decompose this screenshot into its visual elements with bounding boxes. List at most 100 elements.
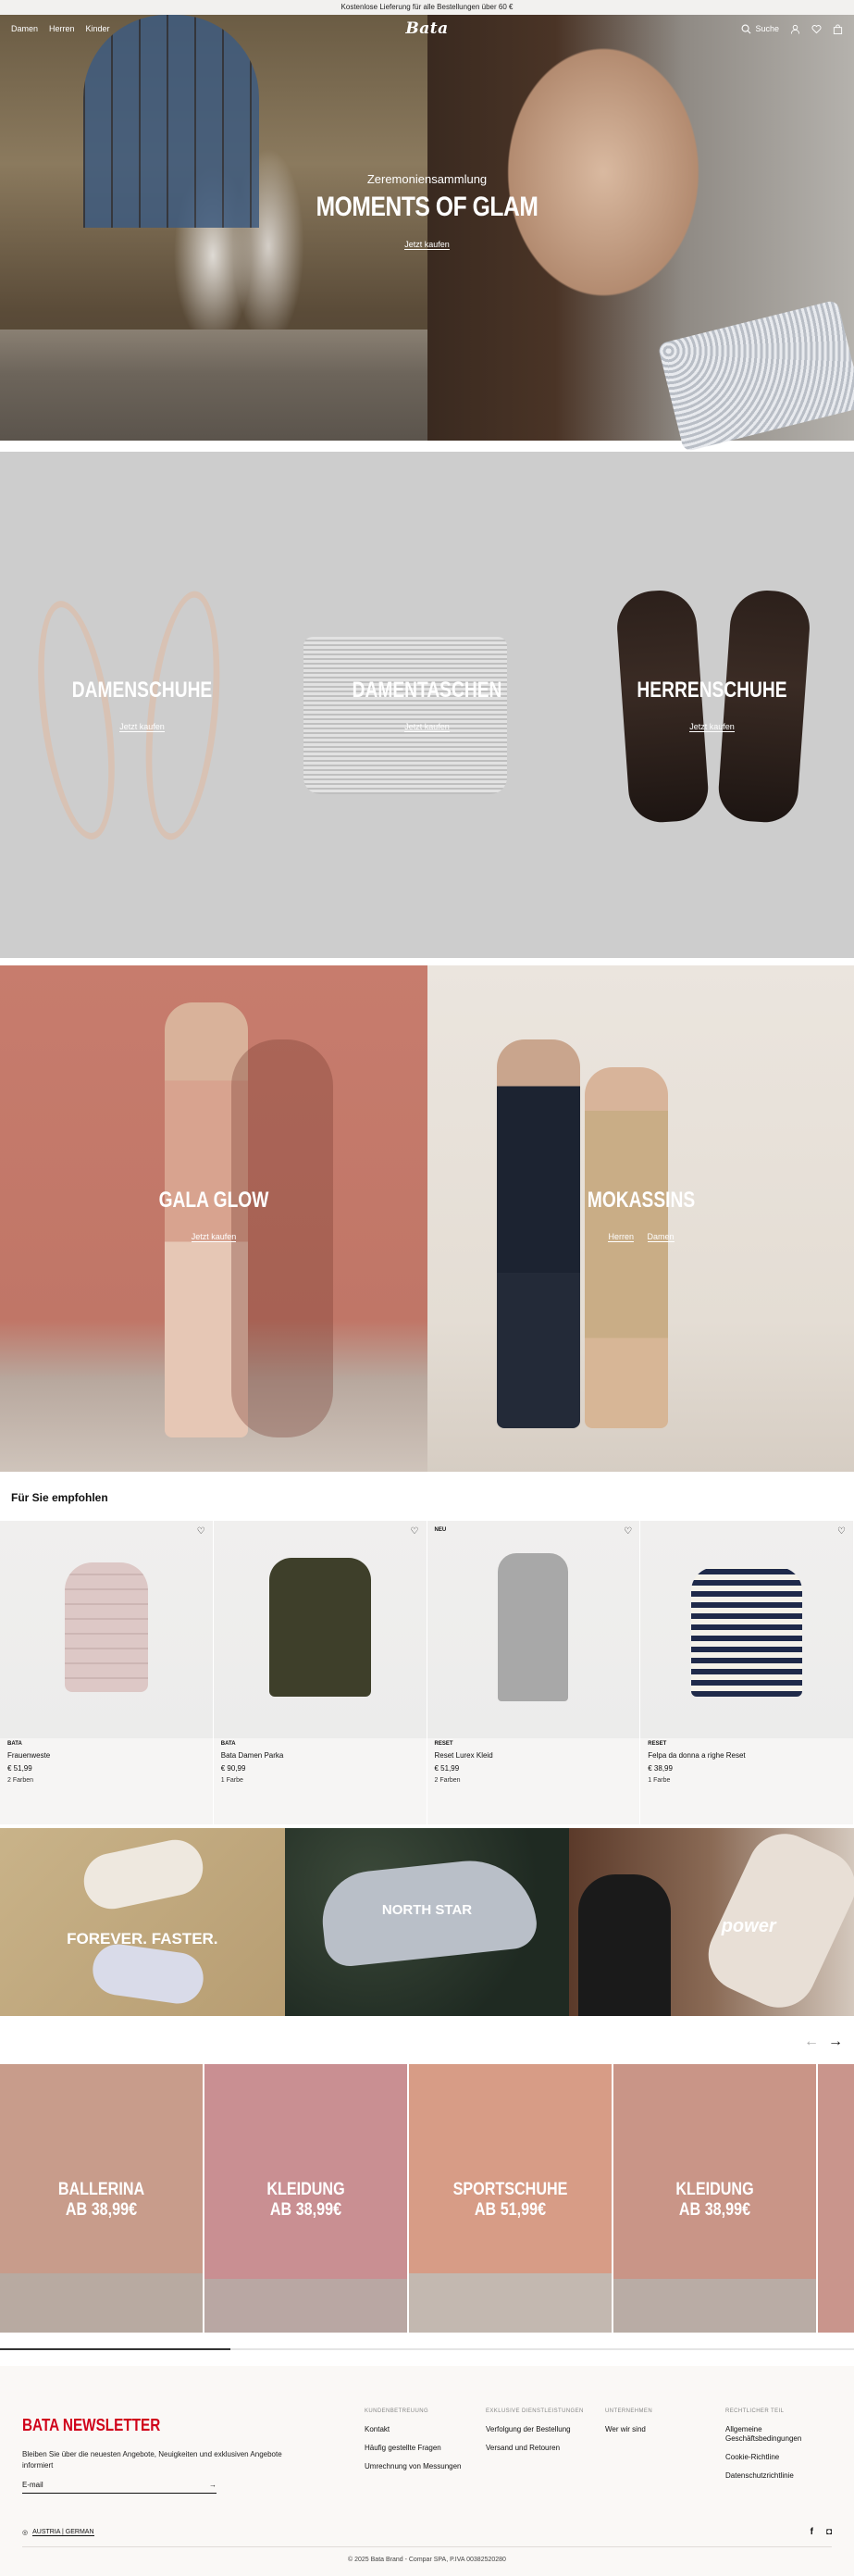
footer-link[interactable]: Umrechnung von Messungen [365, 2462, 462, 2471]
wishlist-heart-icon[interactable]: ♡ [197, 1526, 205, 1537]
top-navigation: Damen Herren Kinder Bata Suche [0, 15, 854, 43]
promo-text: KLEIDUNG AB 38,99€ [675, 2180, 754, 2220]
newsletter-email-field[interactable]: E-mail → [22, 2477, 217, 2494]
wishlist-heart-icon[interactable]: ♡ [411, 1526, 419, 1537]
nav-link-damen[interactable]: Damen [11, 24, 38, 33]
editorial-section: GALA GLOW Jetzt kaufen MOKASSINS Herren … [0, 965, 854, 1472]
sandal-right-decoration [135, 587, 230, 844]
product-price: € 51,99 [434, 1764, 460, 1773]
arrow-right-icon[interactable]: → [828, 2034, 843, 2050]
vest-decoration [64, 1562, 148, 1692]
promo-text: KLEIDUNG AB 38,99€ [266, 2180, 345, 2220]
handbag-decoration [303, 637, 507, 794]
brand-tile-puma[interactable]: FOREVER. FASTER. [0, 1828, 285, 2016]
category-label: DAMENTASCHEN [352, 678, 502, 703]
category-label: DAMENSCHUHE [71, 678, 213, 703]
striped-sweater-decoration [691, 1567, 803, 1697]
product-badge: NEU [434, 1527, 447, 1533]
product-brand: RESET [434, 1741, 453, 1747]
product-card[interactable]: ♡ BATA Bata Damen Parka € 90,99 1 Farbe [213, 1521, 427, 1824]
product-colors: 1 Farbe [220, 1777, 243, 1784]
locale-selector[interactable]: ◎ AUSTRIA | GERMAN [22, 2529, 94, 2536]
nav-link-herren[interactable]: Herren [49, 24, 75, 33]
user-icon[interactable] [790, 24, 800, 34]
category-damenschuhe[interactable]: DAMENSCHUHE Jetzt kaufen [0, 452, 284, 958]
footer-heading: EXKLUSIVE DIENSTLEISTUNGEN [486, 2408, 584, 2414]
product-image [427, 1521, 640, 1738]
brand-logo: FOREVER. FASTER. [67, 1930, 218, 1948]
promo-card[interactable]: SPORTSCHUHE AB 51,99€ [409, 2064, 612, 2333]
bata-logo[interactable]: Bata [405, 19, 448, 38]
footer-link[interactable]: Wer wir sind [605, 2425, 652, 2434]
footer-link[interactable]: Versand und Retouren [486, 2444, 584, 2453]
product-card[interactable]: ♡ BATA Frauenweste € 51,99 2 Farben [0, 1521, 214, 1824]
footer-link[interactable]: Kontakt [365, 2425, 462, 2434]
brand-tile-northstar[interactable]: NORTH STAR [284, 1828, 570, 2016]
model-decoration [578, 1874, 672, 2016]
hero-cta[interactable]: Jetzt kaufen [404, 240, 450, 250]
brand-tiles: FOREVER. FASTER. NORTH STAR power [0, 1828, 854, 2016]
promo-card[interactable]: KLEIDUNG AB 38,99€ [613, 2064, 816, 2333]
category-label: HERRENSCHUHE [637, 678, 787, 703]
brand-tile-power[interactable]: power [569, 1828, 854, 2016]
arrow-left-icon[interactable]: ← [804, 2034, 819, 2050]
footer-column-legal: RECHTLICHER TEIL Allgemeine Geschäftsbed… [725, 2408, 827, 2490]
editorial-ctas: Herren Damen [427, 1232, 854, 1242]
carousel-progress-fill [0, 2348, 231, 2350]
globe-icon: ◎ [22, 2530, 29, 2536]
footer-heading: RECHTLICHER TEIL [725, 2408, 785, 2414]
promo-text: SPORTSCHUHE AB 51,99€ [452, 2180, 568, 2220]
page: Kostenlose Lieferung für alle Bestellung… [0, 0, 854, 2576]
search-icon [742, 24, 751, 33]
footer-link[interactable]: Allgemeine Geschäftsbedingungen [725, 2425, 827, 2444]
editorial-cta-herren[interactable]: Herren [608, 1232, 634, 1242]
promo-card-partial[interactable] [818, 2064, 854, 2333]
header-actions: Suche [741, 23, 843, 34]
product-brand: BATA [220, 1741, 236, 1747]
footer-link[interactable]: Cookie-Richtline [725, 2453, 827, 2462]
product-name[interactable]: Frauenweste [7, 1751, 50, 1760]
footer-link[interactable]: Verfolgung der Bestellung [486, 2425, 584, 2434]
footer-link[interactable]: Häufig gestellte Fragen [365, 2444, 462, 2453]
product-brand: BATA [7, 1741, 22, 1747]
wishlist-heart-icon[interactable]: ♡ [624, 1526, 632, 1537]
editorial-cta[interactable]: Jetzt kaufen [191, 1232, 237, 1242]
editorial-ctas: Jetzt kaufen [0, 1232, 427, 1242]
product-name[interactable]: Felpa da donna a righe Reset [648, 1751, 745, 1760]
category-herrenschuhe[interactable]: HERRENSCHUHE Jetzt kaufen [570, 452, 854, 958]
loafer-left-decoration [614, 588, 711, 825]
heart-icon[interactable] [811, 24, 822, 34]
category-cta[interactable]: Jetzt kaufen [570, 722, 854, 732]
editorial-cta-damen[interactable]: Damen [647, 1232, 675, 1242]
copyright: © 2025 Bata Brand - Compar SPA, P.IVA 00… [348, 2557, 506, 2563]
product-image [213, 1521, 427, 1738]
product-name[interactable]: Reset Lurex Kleid [435, 1751, 493, 1760]
hero-subtitle: Zeremoniensammlung [366, 172, 488, 186]
promo-card[interactable]: BALLERINA AB 38,99€ [0, 2064, 203, 2333]
category-cta[interactable]: Jetzt kaufen [285, 722, 569, 732]
sneaker-decoration [79, 1835, 208, 1914]
product-card[interactable]: ♡ RESET Felpa da donna a righe Reset € 3… [640, 1521, 854, 1824]
category-cta[interactable]: Jetzt kaufen [0, 722, 284, 732]
category-damentaschen[interactable]: DAMENTASCHEN Jetzt kaufen [285, 452, 569, 958]
product-name[interactable]: Bata Damen Parka [221, 1751, 284, 1760]
facebook-icon[interactable]: f [811, 2527, 813, 2537]
main-nav-links: Damen Herren Kinder [11, 24, 110, 33]
search-button[interactable]: Suche [741, 24, 779, 34]
promo-card[interactable]: KLEIDUNG AB 38,99€ [204, 2064, 407, 2333]
product-card[interactable]: NEU ♡ RESET Reset Lurex Kleid € 51,99 2 … [427, 1521, 641, 1824]
instagram-icon[interactable]: ◘ [826, 2527, 832, 2537]
footer-link[interactable]: Datenschutzrichtlinie [725, 2471, 827, 2481]
editorial-gala-glow[interactable]: GALA GLOW Jetzt kaufen [0, 965, 427, 1472]
editorial-mokassins[interactable]: MOKASSINS Herren Damen [427, 965, 854, 1472]
editorial-label: MOKASSINS [587, 1188, 696, 1213]
wishlist-heart-icon[interactable]: ♡ [837, 1526, 846, 1537]
carousel-progress [0, 2348, 854, 2350]
submit-arrow-icon[interactable]: → [209, 2481, 217, 2489]
carousel-arrows: ← → [804, 2034, 843, 2050]
parka-decoration [268, 1558, 371, 1697]
nav-link-kinder[interactable]: Kinder [86, 24, 110, 33]
sneaker-decoration [89, 1940, 207, 2008]
product-list: ♡ BATA Frauenweste € 51,99 2 Farben ♡ BA… [0, 1521, 854, 1824]
bag-icon[interactable] [833, 23, 843, 34]
